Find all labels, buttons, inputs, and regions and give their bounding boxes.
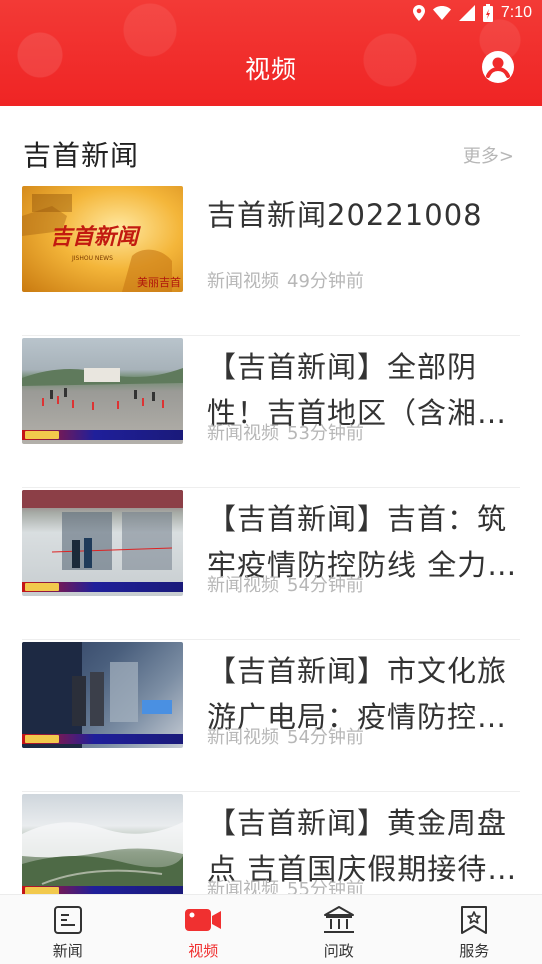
item-meta: 新闻视频 54分钟前 (207, 571, 364, 597)
service-icon (461, 906, 488, 934)
item-source: 新闻视频 (207, 271, 279, 292)
item-time: 49分钟前 (287, 271, 364, 292)
video-thumbnail[interactable] (22, 794, 183, 894)
item-source: 新闻视频 (207, 423, 279, 444)
tv-logo (25, 431, 59, 439)
tab-label: 服务 (459, 942, 490, 960)
section-title: 吉首新闻 (23, 139, 140, 172)
list-item[interactable]: 吉首新闻 JISHOU NEWS 美丽吉首 吉首新闻20221008 新闻视频 4… (22, 186, 520, 336)
tv-logo (25, 583, 59, 591)
thumbnail-scene (22, 822, 183, 894)
item-time: 54分钟前 (287, 575, 364, 596)
tab-label: 新闻 (52, 942, 83, 960)
status-bar: 7:10 (0, 0, 542, 30)
user-icon (482, 51, 514, 83)
page-title: 视频 (244, 55, 297, 84)
thumbnail-scene (22, 490, 183, 570)
item-meta: 新闻视频 49分钟前 (207, 267, 364, 293)
bottom-tab-bar: 新闻 视频 问政 服务 (0, 894, 542, 964)
svg-text:JISHOU NEWS: JISHOU NEWS (71, 255, 113, 262)
item-source: 新闻视频 (207, 575, 279, 596)
svg-text:美丽吉首: 美丽吉首 (137, 275, 181, 289)
divider (22, 639, 520, 640)
tab-label: 视频 (188, 942, 219, 960)
app-header: 7:10 视频 (0, 0, 542, 106)
svg-text:吉首新闻: 吉首新闻 (50, 224, 141, 250)
profile-button[interactable] (482, 51, 514, 83)
tab-service[interactable]: 服务 (407, 895, 542, 964)
thumbnail-scene (22, 642, 172, 748)
list-item[interactable]: 【吉首新闻】黄金周盘点 吉首国庆假期接待… 新闻视频 55分钟前 (22, 794, 520, 894)
more-link[interactable]: 更多> (463, 142, 514, 168)
list-item[interactable]: 【吉首新闻】市文化旅游广电局：疫情防控… 新闻视频 54分钟前 (22, 642, 520, 792)
item-title[interactable]: 吉首新闻20221008 (207, 192, 520, 238)
signal-icon (458, 5, 475, 21)
item-meta: 新闻视频 54分钟前 (207, 723, 364, 749)
item-time: 55分钟前 (287, 879, 364, 894)
item-time: 53分钟前 (287, 423, 364, 444)
section-header: 吉首新闻 更多> (23, 134, 514, 172)
video-list[interactable]: 吉首新闻 更多> 吉首新闻 JISHOU NEWS 美丽吉首 吉首新闻20221… (0, 106, 542, 894)
item-source: 新闻视频 (207, 727, 279, 748)
video-thumbnail[interactable]: 吉首新闻 JISHOU NEWS 美丽吉首 (22, 186, 183, 292)
item-meta: 新闻视频 55分钟前 (207, 875, 364, 894)
tv-logo (25, 887, 59, 894)
tab-government[interactable]: 问政 (271, 895, 407, 964)
list-item[interactable]: 【吉首新闻】全部阴性！吉首地区（含湘… 新闻视频 53分钟前 (22, 338, 520, 488)
location-icon (412, 5, 425, 21)
battery-icon (482, 4, 493, 22)
tv-logo (25, 735, 59, 743)
news-icon (53, 906, 82, 934)
government-icon (323, 906, 354, 933)
video-thumbnail[interactable] (22, 490, 183, 596)
tab-news[interactable]: 新闻 (0, 895, 136, 964)
item-meta: 新闻视频 53分钟前 (207, 419, 364, 445)
tab-label: 问政 (323, 942, 354, 960)
thumbnail-scene (22, 368, 183, 410)
news-logo-thumbnail: 吉首新闻 JISHOU NEWS 美丽吉首 (22, 194, 181, 292)
list-item[interactable]: 【吉首新闻】吉首：筑牢疫情防控防线 全力… 新闻视频 54分钟前 (22, 490, 520, 640)
wifi-icon (432, 6, 451, 20)
video-thumbnail[interactable] (22, 642, 183, 748)
video-thumbnail[interactable] (22, 338, 183, 444)
tab-video[interactable]: 视频 (136, 895, 272, 964)
video-icon (185, 909, 222, 931)
item-source: 新闻视频 (207, 879, 279, 894)
status-time: 7:10 (500, 4, 532, 21)
divider (22, 791, 520, 792)
item-time: 54分钟前 (287, 727, 364, 748)
divider (22, 487, 520, 488)
divider (22, 335, 520, 336)
